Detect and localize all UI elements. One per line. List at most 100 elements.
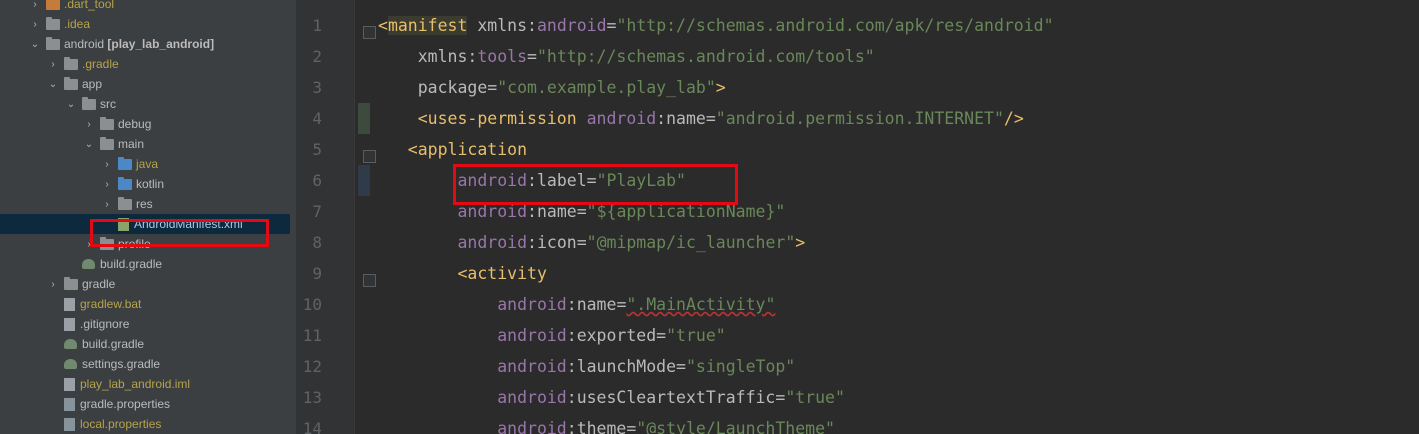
line-number: 1 [312, 16, 322, 35]
line-number: 13 [302, 388, 322, 407]
folder-icon [118, 196, 132, 210]
tree-item[interactable]: build.gradle [0, 334, 290, 354]
tree-item[interactable]: › .gradle [0, 54, 290, 74]
line-number: 7 [312, 202, 322, 221]
code-line[interactable]: 11 android: exported = "true" [296, 320, 1419, 351]
code-line[interactable]: 4 < uses-permission android: name = "android… [296, 103, 1419, 134]
tree-item[interactable]: gradle.properties [0, 394, 290, 414]
code-token: "singleTop" [685, 357, 796, 376]
tree-item[interactable]: ⌄ app [0, 74, 290, 94]
chevron-right-icon[interactable]: › [84, 119, 94, 130]
folder-icon [100, 136, 114, 150]
code-token: < [378, 16, 388, 35]
tree-item[interactable]: › gradle [0, 274, 290, 294]
tree-item[interactable]: local.properties [0, 414, 290, 434]
code-token: = [576, 233, 587, 252]
chevron-down-icon[interactable]: ⌄ [48, 79, 58, 90]
line-number: 5 [312, 140, 322, 159]
code-line[interactable]: 8 android: icon = "@mipmap/ic_launcher" > [296, 227, 1419, 258]
code-token: manifest [387, 16, 468, 35]
tree-item[interactable]: settings.gradle [0, 354, 290, 374]
code-token: android [378, 295, 567, 314]
tree-item[interactable]: › .dart_tool [0, 0, 290, 14]
code-token: xmlns [467, 16, 528, 35]
tree-item[interactable]: › debug [0, 114, 290, 134]
code-line[interactable]: 10 android: name = ".MainActivity" [296, 289, 1419, 320]
tree-item[interactable]: › java [0, 154, 290, 174]
tree-item[interactable]: › kotlin [0, 174, 290, 194]
tree-item-label: .dart_tool [64, 0, 115, 11]
line-number: 11 [302, 326, 322, 345]
code-editor[interactable]: 1 < manifest xmlns: android = "http://schemas… [296, 0, 1419, 434]
tree-item[interactable]: ⌄ main [0, 134, 290, 154]
file-icon [64, 417, 75, 431]
chevron-right-icon[interactable]: › [48, 279, 58, 290]
code-line[interactable]: 2 xmlns: tools = "http://schemas.android.co… [296, 41, 1419, 72]
code-token: < [378, 264, 468, 283]
line-number: 8 [312, 233, 322, 252]
code-token: = [676, 357, 686, 376]
code-text: android: name = ".MainActivity" [378, 295, 775, 314]
code-text: < activity [378, 264, 547, 283]
code-text: package = "com.example.play_lab" > [378, 78, 726, 97]
code-text: xmlns: tools = "http://schemas.android.com/… [378, 47, 875, 66]
code-token: : [566, 295, 577, 314]
chevron-right-icon[interactable]: › [102, 179, 112, 190]
code-token: android [576, 109, 657, 128]
code-line[interactable]: 1 < manifest xmlns: android = "http://schemas… [296, 10, 1419, 41]
chevron-down-icon[interactable]: ⌄ [30, 39, 40, 50]
line-number: 3 [312, 78, 322, 97]
folder-icon [118, 156, 132, 170]
code-line[interactable]: 3 package = "com.example.play_lab" > [296, 72, 1419, 103]
code-token: : [656, 109, 667, 128]
code-token: name [666, 109, 706, 128]
chevron-right-icon[interactable]: › [102, 199, 112, 210]
code-token: "@style/LaunchTheme" [636, 419, 835, 434]
tree-item[interactable]: › .idea [0, 14, 290, 34]
tree-item-label: .gradle [82, 57, 119, 71]
code-token: = [487, 78, 498, 97]
code-token: android [378, 419, 567, 434]
code-line[interactable]: 13 android: usesCleartextTraffic = "true" [296, 382, 1419, 413]
file-icon [64, 317, 75, 331]
code-token: : [527, 233, 537, 252]
folder-icon [64, 76, 78, 90]
code-text: android: usesCleartextTraffic = "true" [378, 388, 845, 407]
tree-item-label: main [118, 137, 145, 151]
tree-item[interactable]: › res [0, 194, 290, 214]
chevron-right-icon[interactable]: › [48, 59, 58, 70]
chevron-down-icon[interactable]: ⌄ [84, 139, 94, 150]
chevron-down-icon[interactable]: ⌄ [66, 99, 76, 110]
tree-item[interactable]: ⌄ src [0, 94, 290, 114]
tree-item[interactable]: gradlew.bat [0, 294, 290, 314]
line-number: 2 [312, 47, 322, 66]
tree-item[interactable]: play_lab_android.iml [0, 374, 290, 394]
tree-item-label: .idea [64, 17, 91, 31]
code-token: = [606, 16, 617, 35]
folder-icon [100, 116, 114, 130]
code-line[interactable]: 12 android: launchMode = "singleTop" [296, 351, 1419, 382]
code-line[interactable]: 5 < application [296, 134, 1419, 165]
code-line[interactable]: 9 < activity [296, 258, 1419, 289]
code-token: activity [467, 264, 547, 283]
code-token: android [536, 16, 607, 35]
code-line[interactable]: 14 android: theme = "@style/LaunchTheme" [296, 413, 1419, 434]
code-token: tools [477, 47, 528, 66]
highlight-box-label-line [453, 164, 738, 205]
tree-item[interactable]: .gitignore [0, 314, 290, 334]
line-number: 4 [312, 109, 322, 128]
chevron-right-icon[interactable]: › [102, 159, 112, 170]
tree-item[interactable]: build.gradle [0, 254, 290, 274]
chevron-right-icon[interactable]: › [30, 19, 40, 30]
code-token: android [378, 233, 528, 252]
chevron-right-icon[interactable]: › [30, 0, 40, 10]
folder-icon [82, 96, 96, 110]
tree-item-label: settings.gradle [82, 357, 161, 371]
tree-item[interactable]: ⌄ android [play_lab_android] [0, 34, 290, 54]
code-token: : [566, 326, 577, 345]
code-token: /> [1003, 109, 1024, 128]
code-token: "android.permission.INTERNET" [715, 109, 1004, 128]
